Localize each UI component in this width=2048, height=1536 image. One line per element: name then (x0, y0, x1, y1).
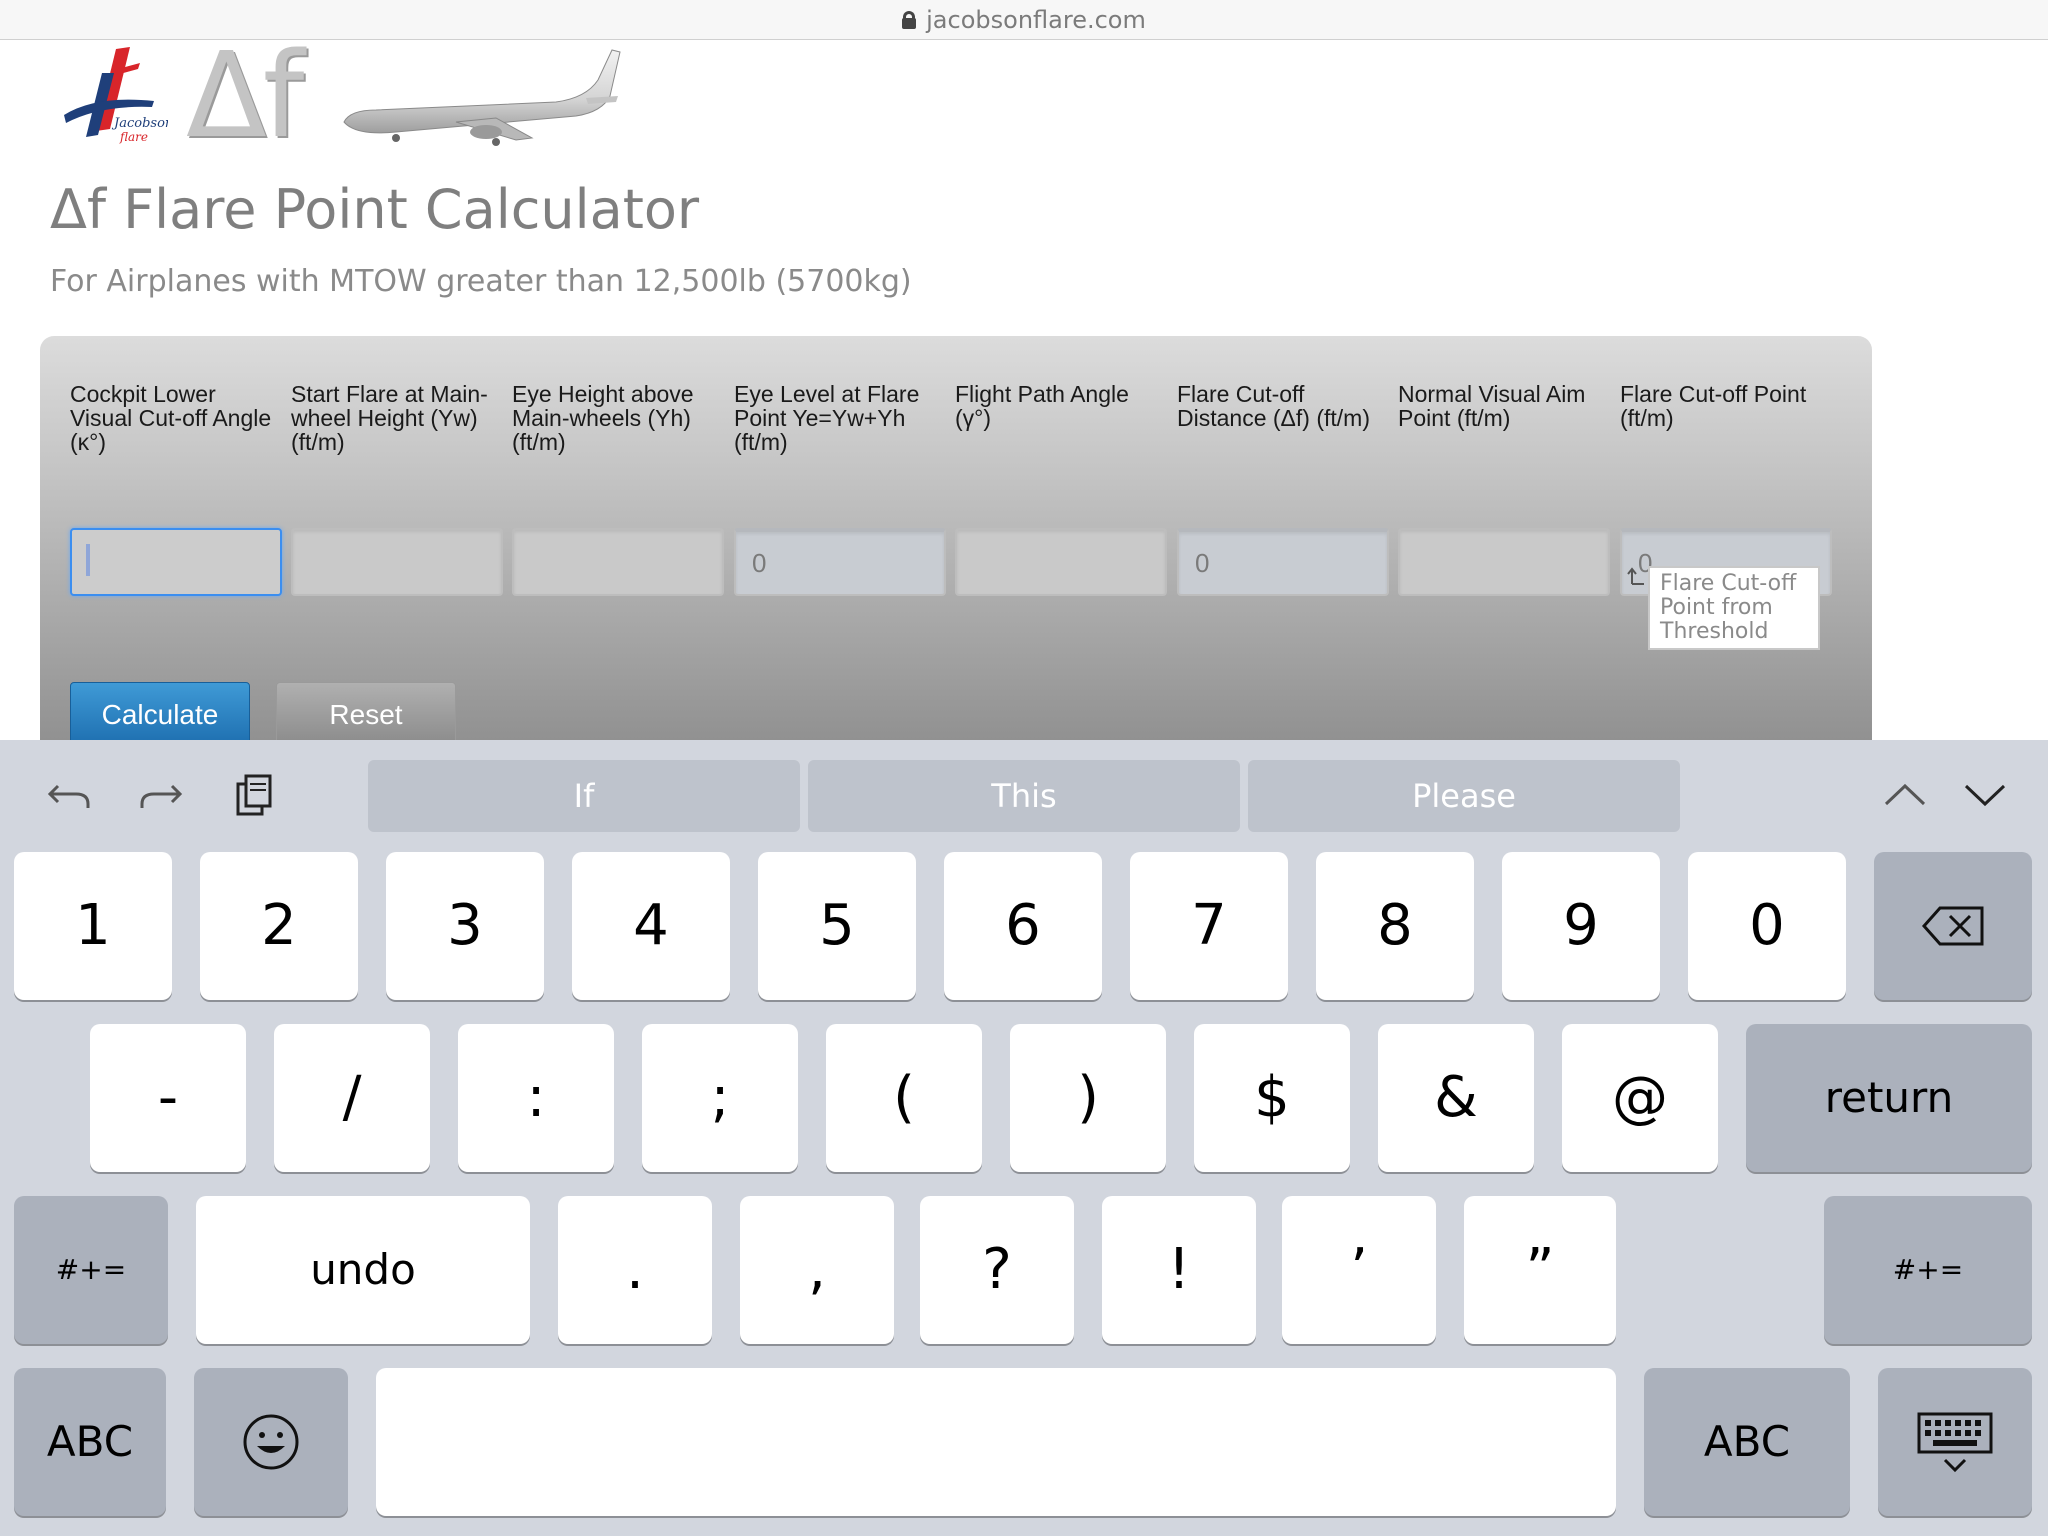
symbols-key-right[interactable]: #+= (1824, 1196, 2032, 1344)
column-kappa: Cockpit Lower Visual Cut-off Angle (κ°) (70, 381, 282, 596)
key-9[interactable]: 9 (1502, 852, 1660, 1000)
key-at[interactable]: @ (1562, 1024, 1718, 1172)
keyboard-toolbar: If This Please (0, 740, 2048, 850)
key-ampersand[interactable]: & (1378, 1024, 1534, 1172)
url-bar[interactable]: jacobsonflare.com (0, 0, 2048, 40)
key-3[interactable]: 3 (386, 852, 544, 1000)
label-cutoff-distance: Flare Cut-off Distance (Δf) (ft/m) (1177, 381, 1370, 431)
key-period[interactable]: . (558, 1196, 712, 1344)
input-eye-height[interactable] (512, 528, 724, 596)
key-7[interactable]: 7 (1130, 852, 1288, 1000)
column-aim-point: Normal Visual Aim Point (ft/m) (1398, 381, 1610, 596)
input-start-flare-height[interactable] (291, 528, 503, 596)
input-flight-path-angle[interactable] (955, 528, 1167, 596)
key-2[interactable]: 2 (200, 852, 358, 1000)
backspace-icon (1921, 906, 1984, 946)
key-5[interactable]: 5 (758, 852, 916, 1000)
emoji-icon (243, 1414, 299, 1470)
label-flight-path-angle: Flight Path Angle (γ°) (955, 381, 1129, 431)
key-dollar[interactable]: $ (1194, 1024, 1350, 1172)
key-apostrophe[interactable]: ’ (1282, 1196, 1436, 1344)
key-1[interactable]: 1 (14, 852, 172, 1000)
reset-button[interactable]: Reset (276, 682, 456, 746)
label-eye-height: Eye Height above Main-wheels (Yh) (ft/m) (512, 381, 694, 455)
keyboard-dismiss-icon (1917, 1412, 1993, 1473)
undo-icon[interactable] (44, 770, 94, 820)
key-close-paren[interactable]: ) (1010, 1024, 1166, 1172)
key-0[interactable]: 0 (1688, 852, 1846, 1000)
tooltip-arrow-icon (1627, 567, 1644, 585)
input-cutoff-angle[interactable] (70, 528, 282, 596)
label-aim-point: Normal Visual Aim Point (ft/m) (1398, 381, 1586, 431)
input-aim-point[interactable] (1398, 528, 1610, 596)
page-title: Δf Flare Point Calculator (50, 178, 700, 241)
key-comma[interactable]: , (740, 1196, 894, 1344)
calculator-panel: Cockpit Lower Visual Cut-off Angle (κ°) … (40, 336, 1872, 756)
page-subtitle: For Airplanes with MTOW greater than 12,… (50, 264, 912, 299)
column-cutoff-point: Flare Cut-off Point (ft/m) 0 (1620, 381, 1832, 596)
chevron-down-icon[interactable] (1960, 770, 2010, 820)
lock-icon (902, 10, 917, 29)
output-cutoff-distance: 0 (1177, 528, 1389, 596)
key-8[interactable]: 8 (1316, 852, 1474, 1000)
column-delta-f: Flare Cut-off Distance (Δf) (ft/m) 0 (1177, 381, 1389, 596)
key-open-paren[interactable]: ( (826, 1024, 982, 1172)
suggestion-3[interactable]: Please (1248, 760, 1680, 832)
column-gamma: Flight Path Angle (γ°) (955, 381, 1167, 596)
key-question[interactable]: ? (920, 1196, 1074, 1344)
space-bar[interactable] (376, 1368, 1616, 1516)
symbols-key-left[interactable]: #+= (14, 1196, 168, 1344)
paste-icon[interactable] (230, 770, 280, 820)
key-4[interactable]: 4 (572, 852, 730, 1000)
key-6[interactable]: 6 (944, 852, 1102, 1000)
emoji-key[interactable] (194, 1368, 348, 1516)
label-cutoff-angle: Cockpit Lower Visual Cut-off Angle (κ°) (70, 381, 272, 455)
label-start-flare-height: Start Flare at Main-wheel Height (Yw) (f… (291, 381, 488, 455)
dismiss-keyboard-key[interactable] (1878, 1368, 2032, 1516)
column-ye: Eye Level at Flare Point Ye=Yw+Yh (ft/m)… (734, 381, 946, 596)
url-text: jacobsonflare.com (926, 5, 1146, 34)
calculate-button[interactable]: Calculate (70, 682, 250, 746)
redo-icon[interactable] (136, 770, 186, 820)
abc-key-right[interactable]: ABC (1644, 1368, 1850, 1516)
cutoff-point-tooltip: Flare Cut-off Point from Threshold (1648, 566, 1820, 650)
return-key[interactable]: return (1746, 1024, 2032, 1172)
onscreen-keyboard: If This Please 1 2 3 4 5 6 7 8 9 0 - / :… (0, 740, 2048, 1536)
text-caret (86, 544, 90, 576)
abc-key-left[interactable]: ABC (14, 1368, 166, 1516)
key-exclamation[interactable]: ! (1102, 1196, 1256, 1344)
column-yh: Eye Height above Main-wheels (Yh) (ft/m) (512, 381, 724, 596)
label-eye-level: Eye Level at Flare Point Ye=Yw+Yh (ft/m) (734, 381, 920, 455)
jacobson-flare-logo: Jacobson flare (64, 47, 168, 144)
delta-f-logo: Δf (186, 26, 304, 164)
header-logos: Jacobson flare Δf (56, 36, 626, 154)
airplane-image (343, 49, 621, 146)
key-quote[interactable]: ” (1464, 1196, 1616, 1344)
suggestion-2[interactable]: This (808, 760, 1240, 832)
column-yw: Start Flare at Main-wheel Height (Yw) (f… (291, 381, 503, 596)
output-eye-level: 0 (734, 528, 946, 596)
key-slash[interactable]: / (274, 1024, 430, 1172)
svg-text:flare: flare (119, 130, 148, 144)
svg-text:Jacobson: Jacobson (111, 116, 168, 131)
chevron-up-icon[interactable] (1880, 770, 1930, 820)
delete-key[interactable] (1874, 852, 2032, 1000)
label-cutoff-point: Flare Cut-off Point (ft/m) (1620, 381, 1807, 431)
key-colon[interactable]: : (458, 1024, 614, 1172)
key-hyphen[interactable]: - (90, 1024, 246, 1172)
undo-key[interactable]: undo (196, 1196, 530, 1344)
suggestion-1[interactable]: If (368, 760, 800, 832)
key-semicolon[interactable]: ; (642, 1024, 798, 1172)
